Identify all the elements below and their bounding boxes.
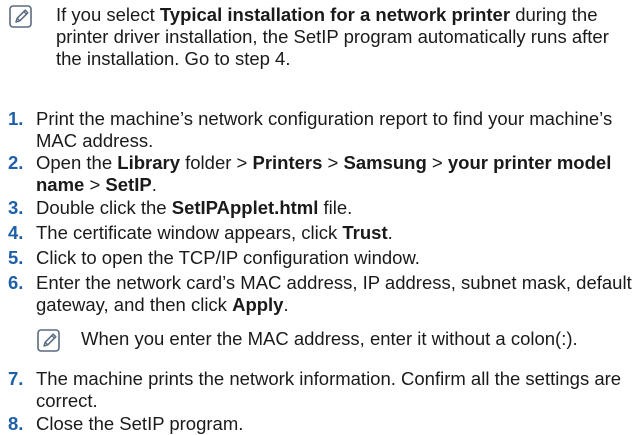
text-run: .	[283, 294, 289, 315]
inner-note: When you enter the MAC address, enter it…	[36, 328, 640, 354]
top-note-text: If you select Typical installation for a…	[56, 4, 636, 70]
bold-text: Trust	[342, 222, 388, 243]
step-number: 6.	[8, 272, 24, 293]
text-run: If you select	[56, 4, 160, 25]
step-text: Open the Library folder > Printers > Sam…	[36, 152, 640, 196]
text-run: Close the SetIP program.	[36, 413, 244, 434]
text-run: folder >	[179, 152, 253, 173]
step-text: The machine prints the network informati…	[36, 368, 640, 412]
step-number: 7.	[8, 368, 24, 389]
text-run: >	[322, 152, 344, 173]
text-run: The machine prints the network informati…	[36, 368, 622, 411]
text-run: The certificate window appears, click	[36, 222, 343, 243]
bold-text: Samsung	[343, 152, 427, 173]
bold-text: Printers	[252, 152, 323, 173]
step-text: Print the machine’s network configuratio…	[36, 108, 640, 152]
step-number: 5.	[8, 247, 24, 268]
step-number: 2.	[8, 152, 24, 173]
step-number: 4.	[8, 222, 24, 243]
top-note: If you select Typical installation for a…	[8, 4, 640, 70]
text-run: .	[151, 174, 157, 195]
step-text: Double click the SetIPApplet.html file.	[36, 197, 640, 219]
bold-text: Library	[117, 152, 180, 173]
text-run: file.	[318, 197, 353, 218]
bold-text: SetIPApplet.html	[171, 197, 319, 218]
text-run: Double click the	[36, 197, 172, 218]
note-pencil-icon	[36, 328, 62, 354]
text-run: Print the machine’s network configuratio…	[36, 108, 613, 151]
text-run: Click to open the TCP/IP configuration w…	[36, 247, 420, 268]
text-run: Open the	[36, 152, 118, 173]
step-number: 1.	[8, 108, 24, 129]
bold-text: SetIP	[105, 174, 152, 195]
text-run: When you enter the MAC address, enter it…	[81, 328, 578, 349]
inner-note-text: When you enter the MAC address, enter it…	[81, 328, 636, 350]
bold-text: Typical installation for a network print…	[159, 4, 511, 25]
step-text: Close the SetIP program.	[36, 413, 640, 435]
step-text: Enter the network card’s MAC address, IP…	[36, 272, 640, 316]
instructions-page: If you select Typical installation for a…	[0, 0, 644, 434]
note-pencil-icon	[8, 4, 34, 30]
step-number: 8.	[8, 413, 24, 434]
bold-text: Apply	[232, 294, 284, 315]
text-run: .	[387, 222, 393, 243]
text-run: >	[426, 152, 448, 173]
step-number: 3.	[8, 197, 24, 218]
text-run: >	[84, 174, 106, 195]
step-text: The certificate window appears, click Tr…	[36, 222, 640, 244]
step-text: Click to open the TCP/IP configuration w…	[36, 247, 640, 269]
text-run: Enter the network card’s MAC address, IP…	[36, 272, 632, 315]
